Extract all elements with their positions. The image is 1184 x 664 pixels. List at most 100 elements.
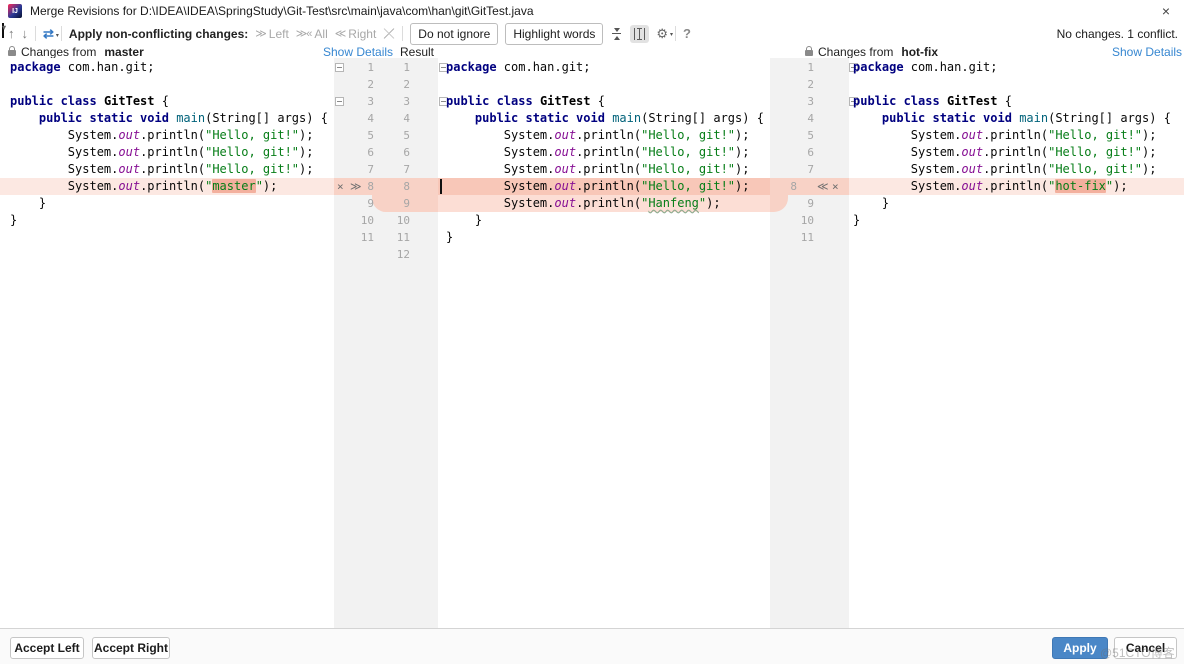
- gutter-row: 10: [770, 212, 849, 229]
- gutter-row: 1010: [334, 212, 438, 229]
- code-line: }: [438, 212, 770, 229]
- line-number: 1: [374, 59, 410, 76]
- code-token: System.: [446, 128, 554, 142]
- wand-glyph: ⇄: [43, 26, 54, 41]
- left-branch-name: master: [104, 45, 143, 59]
- code-line: System.out.println("hot-fix");: [849, 178, 1184, 195]
- accept-right-button[interactable]: Accept Right: [92, 637, 170, 659]
- line-number: 11: [770, 229, 814, 246]
- code-line: }: [0, 212, 334, 229]
- gutter-row: 22: [334, 76, 438, 93]
- accept-change-icon[interactable]: ≪: [817, 178, 829, 195]
- code-token: ": [256, 179, 263, 193]
- code-token: main: [176, 111, 205, 125]
- code-token: .println(: [140, 145, 205, 159]
- code-token: com.han.git;: [61, 60, 155, 74]
- toolbar-separator: [35, 26, 36, 41]
- title-bar: IJ Merge Revisions for D:\IDEA\IDEA\Spri…: [0, 0, 1184, 22]
- code-token: }: [446, 230, 453, 244]
- gutter-row: 4: [770, 110, 849, 127]
- line-number: 3: [334, 93, 374, 110]
- code-token: out: [554, 179, 576, 193]
- ignore-change-icon[interactable]: ×: [832, 178, 839, 195]
- line-number: 7: [374, 161, 410, 178]
- code-line: public class GitTest {: [0, 93, 334, 110]
- accept-left-button[interactable]: Accept Left: [10, 637, 84, 659]
- gutter-row: 11: [334, 59, 438, 76]
- line-number: 6: [334, 144, 374, 161]
- code-token: {: [155, 94, 169, 108]
- code-line: public class GitTest {: [849, 93, 1184, 110]
- code-token: .println(: [140, 128, 205, 142]
- code-token: [97, 94, 104, 108]
- code-line: }: [849, 195, 1184, 212]
- line-number: 10: [374, 212, 410, 229]
- code-line: [849, 76, 1184, 93]
- line-number: 8: [374, 178, 410, 195]
- line-number: 7: [334, 161, 374, 178]
- code-token: (String[] args) {: [641, 111, 764, 125]
- code-token: System.: [10, 128, 118, 142]
- apply-left-button[interactable]: ≫ Left: [255, 27, 289, 41]
- gutter-row: 55: [334, 127, 438, 144]
- code-line: public static void main(String[] args) {: [0, 110, 334, 127]
- right-show-details-link[interactable]: Show Details: [1112, 45, 1182, 59]
- code-line: }: [0, 195, 334, 212]
- settings-gear-icon[interactable]: ⚙▾: [656, 27, 668, 40]
- code-line: System.out.println("Hello, git!");: [849, 144, 1184, 161]
- code-token: main: [1019, 111, 1048, 125]
- next-difference-icon[interactable]: ↓: [22, 27, 29, 40]
- code-token: "Hello, git!": [641, 145, 735, 159]
- gutter-row: 99: [334, 195, 438, 212]
- line-number: 8: [334, 178, 374, 195]
- right-editor[interactable]: package com.han.git;public class GitTest…: [849, 58, 1184, 628]
- toolbar-separator: [402, 26, 403, 41]
- chevron-left-icon: ≪: [335, 27, 346, 40]
- code-token: .println(: [576, 145, 641, 159]
- close-icon[interactable]: ×: [1152, 1, 1180, 21]
- code-token: "Hello, git!": [641, 162, 735, 176]
- code-line: System.out.println("Hanfeng");: [438, 195, 770, 212]
- code-line: [438, 246, 770, 263]
- lock-icon: [8, 50, 16, 56]
- apply-left-label: Left: [269, 27, 289, 41]
- line-number: 8: [770, 178, 797, 195]
- code-token: );: [299, 128, 313, 142]
- sync-columns-toggle[interactable]: [630, 25, 649, 43]
- code-token: public static void: [39, 111, 169, 125]
- code-line: public static void main(String[] args) {: [849, 110, 1184, 127]
- code-token: out: [554, 128, 576, 142]
- apply-all-non-conflicting-icon[interactable]: ⇄▾: [43, 27, 54, 40]
- code-token: out: [554, 145, 576, 159]
- code-token: "Hello, git!": [205, 145, 299, 159]
- code-line: package com.han.git;: [0, 59, 334, 76]
- highlight-mode-select[interactable]: Highlight words ▾: [505, 23, 603, 45]
- code-token: (String[] args) {: [205, 111, 328, 125]
- apply-all-button[interactable]: ≫« All: [296, 27, 328, 41]
- help-icon[interactable]: ?: [683, 26, 691, 41]
- gutter-row: 8 ≪×: [770, 178, 849, 195]
- code-token: .println(: [983, 162, 1048, 176]
- left-show-details-link[interactable]: Show Details: [323, 45, 393, 59]
- gutter-row: 1111: [334, 229, 438, 246]
- code-token: master: [212, 179, 255, 193]
- result-editor[interactable]: package com.han.git;public class GitTest…: [438, 58, 770, 628]
- code-token: package: [10, 60, 61, 74]
- code-line: [849, 229, 1184, 246]
- apply-right-button[interactable]: ≪ Right: [335, 27, 377, 41]
- left-editor[interactable]: package com.han.git; public class GitTest…: [0, 58, 334, 628]
- dialog-footer: Accept Left Accept Right Apply Cancel: [0, 628, 1184, 664]
- apply-right-label: Right: [348, 27, 376, 41]
- code-token: System.: [853, 179, 961, 193]
- gutter-row: 11: [770, 229, 849, 246]
- code-token: "Hello, git!": [1048, 128, 1142, 142]
- collapse-unchanged-icon[interactable]: [610, 27, 623, 41]
- ignore-policy-select[interactable]: Do not ignore ▾: [410, 23, 498, 45]
- code-token: System.: [853, 128, 961, 142]
- chevron-down-icon: ▾: [2, 23, 4, 38]
- line-number: 2: [770, 76, 814, 93]
- previous-difference-icon[interactable]: ↑: [8, 27, 15, 40]
- code-token: {: [591, 94, 605, 108]
- code-token: out: [554, 196, 576, 210]
- code-token: hot-fix: [1055, 179, 1106, 193]
